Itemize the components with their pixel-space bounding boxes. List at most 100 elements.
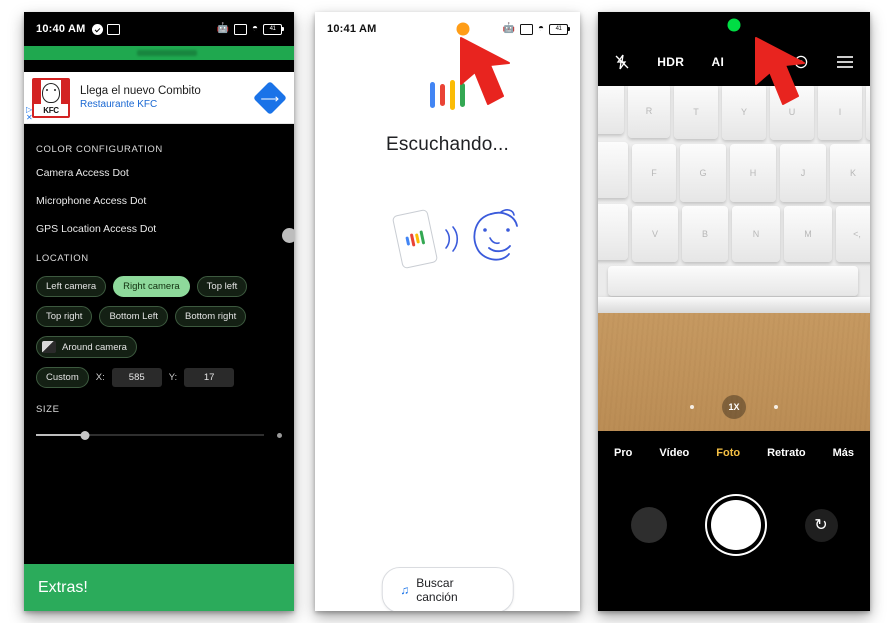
wifi-icon: ◓ bbox=[537, 23, 544, 34]
kfc-logo-icon: KFC bbox=[32, 77, 70, 118]
hdr-toggle[interactable]: HDR bbox=[657, 55, 684, 69]
arrow-forward-icon: ⟶ bbox=[260, 89, 280, 105]
mode-retrato[interactable]: Retrato bbox=[767, 447, 806, 459]
ad-title: Llega el nuevo Combito bbox=[80, 85, 201, 97]
zoom-dot-left[interactable] bbox=[690, 405, 694, 409]
location-chips-row-3: Around camera bbox=[36, 336, 282, 358]
cast-icon bbox=[233, 23, 247, 35]
section-title-size: SIZE bbox=[36, 404, 60, 415]
setting-row-microphone-access-dot[interactable]: Microphone Access Dot bbox=[36, 195, 282, 207]
menu-icon[interactable] bbox=[836, 55, 854, 69]
chip-bottom-right[interactable]: Bottom right bbox=[175, 306, 247, 327]
camera-viewfinder[interactable]: R T Y U I O F G H J K V B N M <, bbox=[598, 86, 870, 431]
size-slider[interactable] bbox=[36, 427, 282, 443]
zoom-dot-right[interactable] bbox=[774, 405, 778, 409]
ad-cta-button[interactable]: ⟶ bbox=[253, 80, 287, 115]
extras-button[interactable]: Extras! bbox=[24, 564, 294, 611]
close-icon[interactable]: ✕ bbox=[26, 114, 33, 122]
key-B: B bbox=[682, 206, 728, 262]
key-comma: <, bbox=[836, 206, 870, 262]
bar-yellow bbox=[450, 80, 455, 110]
mode-foto[interactable]: Foto bbox=[716, 447, 740, 459]
x-input[interactable]: 585 bbox=[111, 368, 162, 387]
key-T: T bbox=[674, 86, 718, 139]
search-song-button[interactable]: ♫ Buscar canción bbox=[381, 567, 514, 611]
app-title-bar bbox=[24, 46, 294, 60]
key-N: N bbox=[732, 206, 780, 262]
focus-target-icon[interactable] bbox=[793, 54, 809, 70]
chip-top-left[interactable]: Top left bbox=[196, 276, 248, 297]
mode-pro[interactable]: Pro bbox=[614, 447, 632, 459]
chip-custom[interactable]: Custom bbox=[36, 367, 89, 388]
status-bar-time: 10:40 AM bbox=[36, 23, 86, 35]
zoom-level-button[interactable]: 1X bbox=[722, 395, 746, 419]
status-bar-phone2: 10:41 AM 🤖 ◓ 41 bbox=[315, 12, 580, 46]
key-M: M bbox=[784, 206, 832, 262]
setting-label: GPS Location Access Dot bbox=[36, 223, 157, 235]
phone-panel-camera: HDR AI R T Y U I O bbox=[598, 12, 870, 611]
bar-red bbox=[440, 84, 445, 106]
key-V: V bbox=[632, 206, 678, 262]
x-label: X: bbox=[95, 372, 105, 383]
status-bar-right-icons: 🤖 ◓ 41 bbox=[216, 23, 284, 35]
phone-card-illustration bbox=[391, 208, 439, 270]
bluetooth-icon: 🤖 bbox=[502, 23, 515, 34]
chip-around-camera[interactable]: Around camera bbox=[36, 336, 137, 358]
key-F: F bbox=[632, 144, 676, 202]
music-note-icon: ♫ bbox=[400, 583, 410, 597]
gallery-thumbnail[interactable] bbox=[630, 507, 667, 543]
listening-illustration bbox=[315, 200, 580, 280]
key-U: U bbox=[770, 86, 814, 140]
listening-face-icon bbox=[473, 209, 518, 261]
ad-subtitle[interactable]: Restaurante KFC bbox=[80, 98, 258, 111]
key-H: H bbox=[730, 144, 776, 202]
flash-off-icon[interactable] bbox=[614, 54, 630, 70]
screenshot-icon bbox=[106, 23, 120, 35]
ad-text-block: Llega el nuevo Combito Restaurante KFC bbox=[80, 84, 258, 111]
chip-right-camera[interactable]: Right camera bbox=[113, 276, 190, 297]
app-title-blur bbox=[137, 50, 198, 56]
bar-green bbox=[460, 83, 465, 107]
section-title-color-configuration: COLOR CONFIGURATION bbox=[36, 144, 163, 155]
camera-access-dot bbox=[727, 18, 741, 32]
mode-video[interactable]: Vídeo bbox=[659, 447, 689, 459]
battery-icon: 41 bbox=[549, 23, 570, 35]
chip-bottom-left[interactable]: Bottom Left bbox=[99, 306, 169, 327]
chip-top-right[interactable]: Top right bbox=[36, 306, 93, 327]
spacer bbox=[24, 60, 294, 72]
zoom-controls: 1X bbox=[598, 395, 870, 419]
ai-toggle[interactable]: AI bbox=[712, 55, 725, 69]
flip-camera-icon[interactable]: ↻ bbox=[804, 508, 838, 542]
section-title-location: LOCATION bbox=[36, 253, 89, 264]
y-label: Y: bbox=[168, 372, 178, 383]
location-chips-row-1: Left camera Right camera Top left bbox=[36, 276, 282, 297]
setting-row-camera-access-dot[interactable]: Camera Access Dot bbox=[36, 167, 282, 179]
setting-row-gps-access-dot[interactable]: GPS Location Access Dot bbox=[36, 223, 294, 243]
status-bar-time: 10:41 AM bbox=[327, 23, 377, 35]
mode-mas[interactable]: Más bbox=[833, 447, 854, 459]
chip-left-camera[interactable]: Left camera bbox=[36, 276, 107, 297]
y-input[interactable]: 17 bbox=[184, 368, 235, 387]
slider-thumb[interactable] bbox=[80, 430, 90, 440]
sound-waves-icon bbox=[445, 226, 459, 252]
phone-panel-assistant: 10:41 AM 🤖 ◓ 41 Escuchando... ♫ Buscar c… bbox=[315, 12, 580, 611]
setting-label: Microphone Access Dot bbox=[36, 195, 147, 207]
advertisement-banner[interactable]: KFC Llega el nuevo Combito Restaurante K… bbox=[24, 72, 294, 124]
setting-label: Camera Access Dot bbox=[36, 167, 129, 179]
bluetooth-icon: 🤖 bbox=[216, 23, 229, 34]
listening-status-text: Escuchando... bbox=[385, 134, 509, 155]
key-G: G bbox=[680, 144, 726, 202]
slider-fill bbox=[36, 434, 86, 436]
phone-panel-settings: 10:40 AM 🤖 ◓ 41 KFC Llega el nuevo Combi… bbox=[24, 12, 294, 611]
camera-controls: ↻ bbox=[598, 475, 870, 575]
extras-label: Extras! bbox=[38, 578, 88, 596]
battery-icon: 41 bbox=[263, 23, 284, 35]
shutter-button[interactable] bbox=[710, 500, 761, 550]
toggle-knob bbox=[282, 228, 294, 243]
microphone-access-dot bbox=[456, 22, 470, 36]
location-chips-row-2: Top right Bottom Left Bottom right bbox=[36, 306, 282, 327]
ad-badges[interactable]: ▷ ✕ bbox=[26, 106, 33, 122]
key-R: R bbox=[628, 86, 670, 138]
screenshot-canvas: 10:40 AM 🤖 ◓ 41 KFC Llega el nuevo Combi… bbox=[0, 0, 893, 623]
camera-mode-selector: Pro Vídeo Foto Retrato Más bbox=[598, 431, 870, 475]
